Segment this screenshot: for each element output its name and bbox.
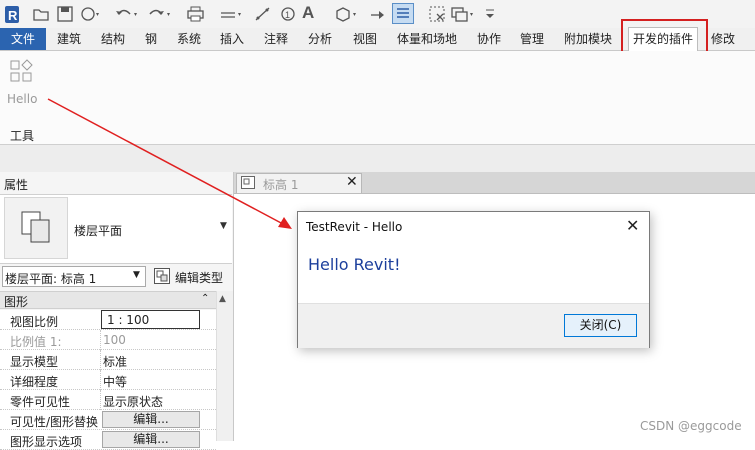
print-icon[interactable] bbox=[186, 5, 204, 23]
column-divider bbox=[100, 330, 102, 350]
property-name: 详细程度 bbox=[10, 375, 59, 389]
type-name: 楼层平面 bbox=[74, 224, 123, 238]
tab-systems[interactable]: 系统 bbox=[177, 28, 201, 50]
property-value: 1 : 100 bbox=[107, 313, 150, 327]
property-category-header[interactable] bbox=[0, 291, 216, 309]
property-name: 零件可见性 bbox=[10, 395, 71, 409]
property-value: 100 bbox=[103, 333, 126, 347]
tab-massing-site[interactable]: 体量和场地 bbox=[397, 28, 457, 50]
edit-type-label: 编辑类型 bbox=[175, 271, 224, 285]
watermark: CSDN @eggcode bbox=[640, 419, 742, 433]
text-icon[interactable]: A bbox=[302, 3, 320, 22]
column-divider bbox=[100, 390, 102, 410]
close-icon[interactable]: ✕ bbox=[626, 216, 639, 235]
tab-architecture[interactable]: 建筑 bbox=[57, 28, 81, 50]
properties-scrollbar[interactable] bbox=[216, 291, 233, 441]
dialog-title: TestRevit - Hello bbox=[306, 220, 403, 234]
tab-analyze[interactable]: 分析 bbox=[308, 28, 332, 50]
property-row: 比例值 1: 100 bbox=[0, 330, 216, 350]
property-row: 可见性/图形替换 编辑... bbox=[0, 410, 216, 430]
floor-plan-type-icon bbox=[4, 197, 68, 259]
tab-steel[interactable]: 钢 bbox=[145, 28, 157, 50]
visibility-graphics-edit-button[interactable]: 编辑... bbox=[102, 411, 200, 428]
property-row: 显示模型 标准 bbox=[0, 350, 216, 370]
property-value[interactable]: 显示原状态 bbox=[103, 393, 163, 410]
column-divider bbox=[100, 350, 102, 370]
graphic-display-options-edit-button[interactable]: 编辑... bbox=[102, 431, 200, 448]
tab-insert[interactable]: 插入 bbox=[220, 28, 244, 50]
view-tab-label: 标高 1 bbox=[263, 178, 299, 192]
3d-view-icon[interactable] bbox=[334, 5, 356, 23]
redo-icon[interactable] bbox=[148, 5, 170, 23]
column-divider bbox=[100, 370, 102, 390]
property-value[interactable]: 标准 bbox=[103, 353, 127, 370]
scroll-up-icon[interactable]: ▲ bbox=[219, 294, 226, 304]
dialog-message: Hello Revit! bbox=[308, 255, 401, 274]
property-name: 图形显示选项 bbox=[10, 435, 83, 449]
tab-modify[interactable]: 修改 bbox=[711, 28, 735, 50]
sync-icon[interactable] bbox=[80, 5, 99, 23]
open-icon[interactable] bbox=[32, 5, 50, 23]
property-category-label: 图形 bbox=[4, 295, 29, 309]
floor-plan-view-icon bbox=[241, 176, 255, 189]
section-icon[interactable] bbox=[368, 5, 386, 23]
dimension-icon[interactable] bbox=[254, 5, 272, 23]
tab-addins[interactable]: 附加模块 bbox=[564, 28, 612, 50]
property-row: 图形显示选项 编辑... bbox=[0, 430, 216, 450]
svg-text:1: 1 bbox=[285, 10, 290, 20]
property-value[interactable]: 中等 bbox=[103, 373, 127, 390]
tab-structure[interactable]: 结构 bbox=[101, 28, 125, 50]
ribbon-panel-label: 工具 bbox=[10, 129, 35, 143]
thin-lines-icon[interactable] bbox=[392, 3, 414, 24]
property-name: 可见性/图形替换 bbox=[10, 415, 99, 429]
property-name: 比例值 1: bbox=[10, 335, 62, 349]
chevron-down-icon[interactable]: ▼ bbox=[133, 270, 140, 280]
property-row: 零件可见性 显示原状态 bbox=[0, 390, 216, 410]
switch-windows-icon[interactable] bbox=[450, 5, 473, 23]
tab-file[interactable]: 文件 bbox=[0, 28, 46, 50]
options-bar bbox=[0, 145, 755, 173]
tab-collaborate[interactable]: 协作 bbox=[477, 28, 501, 50]
property-row: 详细程度 中等 bbox=[0, 370, 216, 390]
hello-button[interactable]: Hello bbox=[7, 92, 37, 106]
ribbon-panel bbox=[0, 51, 755, 145]
tab-view[interactable]: 视图 bbox=[353, 28, 377, 50]
save-icon[interactable] bbox=[56, 5, 74, 23]
undo-icon[interactable] bbox=[114, 5, 137, 23]
chevron-down-icon[interactable]: ▼ bbox=[220, 221, 227, 231]
measure-icon[interactable] bbox=[219, 5, 241, 23]
tag-icon[interactable]: 1 bbox=[279, 5, 297, 23]
tab-annotate[interactable]: 注释 bbox=[264, 28, 288, 50]
customize-dropdown-icon[interactable] bbox=[484, 5, 502, 23]
collapse-icon[interactable]: ⌃ bbox=[201, 293, 209, 304]
dialog-close-button[interactable]: 关闭(C) bbox=[564, 314, 637, 337]
property-name: 视图比例 bbox=[10, 315, 59, 329]
hello-button-icon[interactable] bbox=[10, 59, 34, 83]
close-icon[interactable]: ✕ bbox=[346, 174, 358, 190]
tab-manage[interactable]: 管理 bbox=[520, 28, 544, 50]
property-row: 视图比例 1 : 100 bbox=[0, 310, 216, 330]
property-name: 显示模型 bbox=[10, 355, 59, 369]
revit-logo-icon[interactable]: R bbox=[4, 5, 22, 23]
properties-title: 属性 bbox=[4, 178, 29, 192]
svg-text:R: R bbox=[8, 8, 18, 23]
close-hidden-icon[interactable] bbox=[428, 5, 446, 23]
edit-type-icon bbox=[154, 268, 170, 284]
instance-selector-value: 楼层平面: 标高 1 bbox=[5, 272, 97, 286]
